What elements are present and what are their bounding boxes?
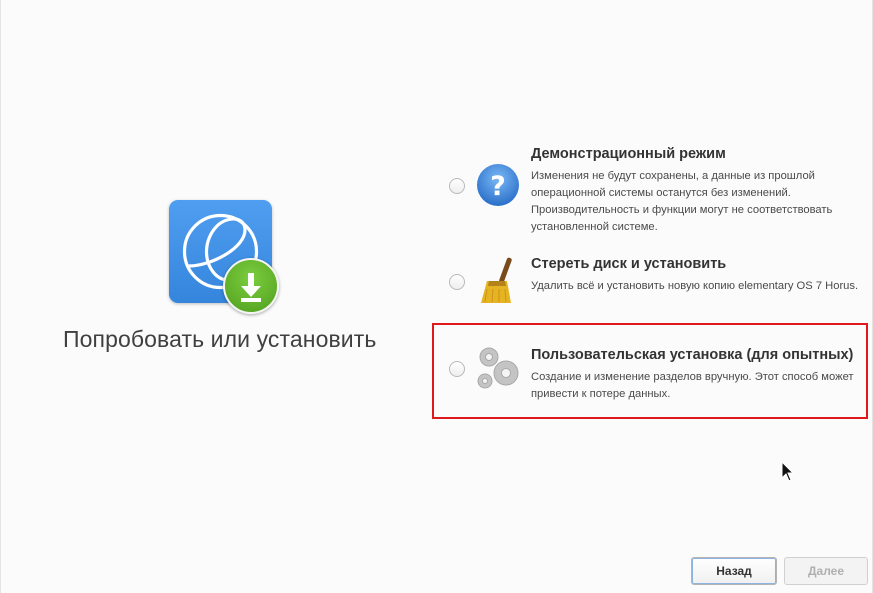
option-erase-disk[interactable]: Стереть диск и установить Удалить всё и …	[449, 252, 869, 312]
option-erase-description: Удалить всё и установить новую копию ele…	[531, 280, 859, 292]
option-demo-title: Демонстрационный режим	[531, 146, 726, 162]
help-question-icon: ?	[473, 162, 523, 212]
radio-demo-mode[interactable]	[449, 178, 465, 194]
next-button[interactable]: Далее	[784, 557, 868, 585]
option-erase-title: Стереть диск и установить	[531, 256, 727, 272]
option-demo-description: Изменения не будут сохранены, а данные и…	[531, 170, 833, 233]
installer-window: Попробовать или установить ? Демонстраци…	[0, 0, 873, 593]
mouse-pointer-icon	[781, 460, 795, 488]
page-title: Попробовать или установить	[63, 326, 377, 352]
broom-icon	[473, 255, 523, 305]
back-button[interactable]: Назад	[691, 557, 777, 585]
highlight-frame	[432, 323, 868, 419]
option-demo-mode[interactable]: ? Демонстрационный режим Изменения не бу…	[449, 142, 869, 233]
radio-erase-disk[interactable]	[449, 274, 465, 290]
svg-text:?: ?	[490, 171, 506, 202]
download-arrow-icon	[223, 258, 279, 314]
